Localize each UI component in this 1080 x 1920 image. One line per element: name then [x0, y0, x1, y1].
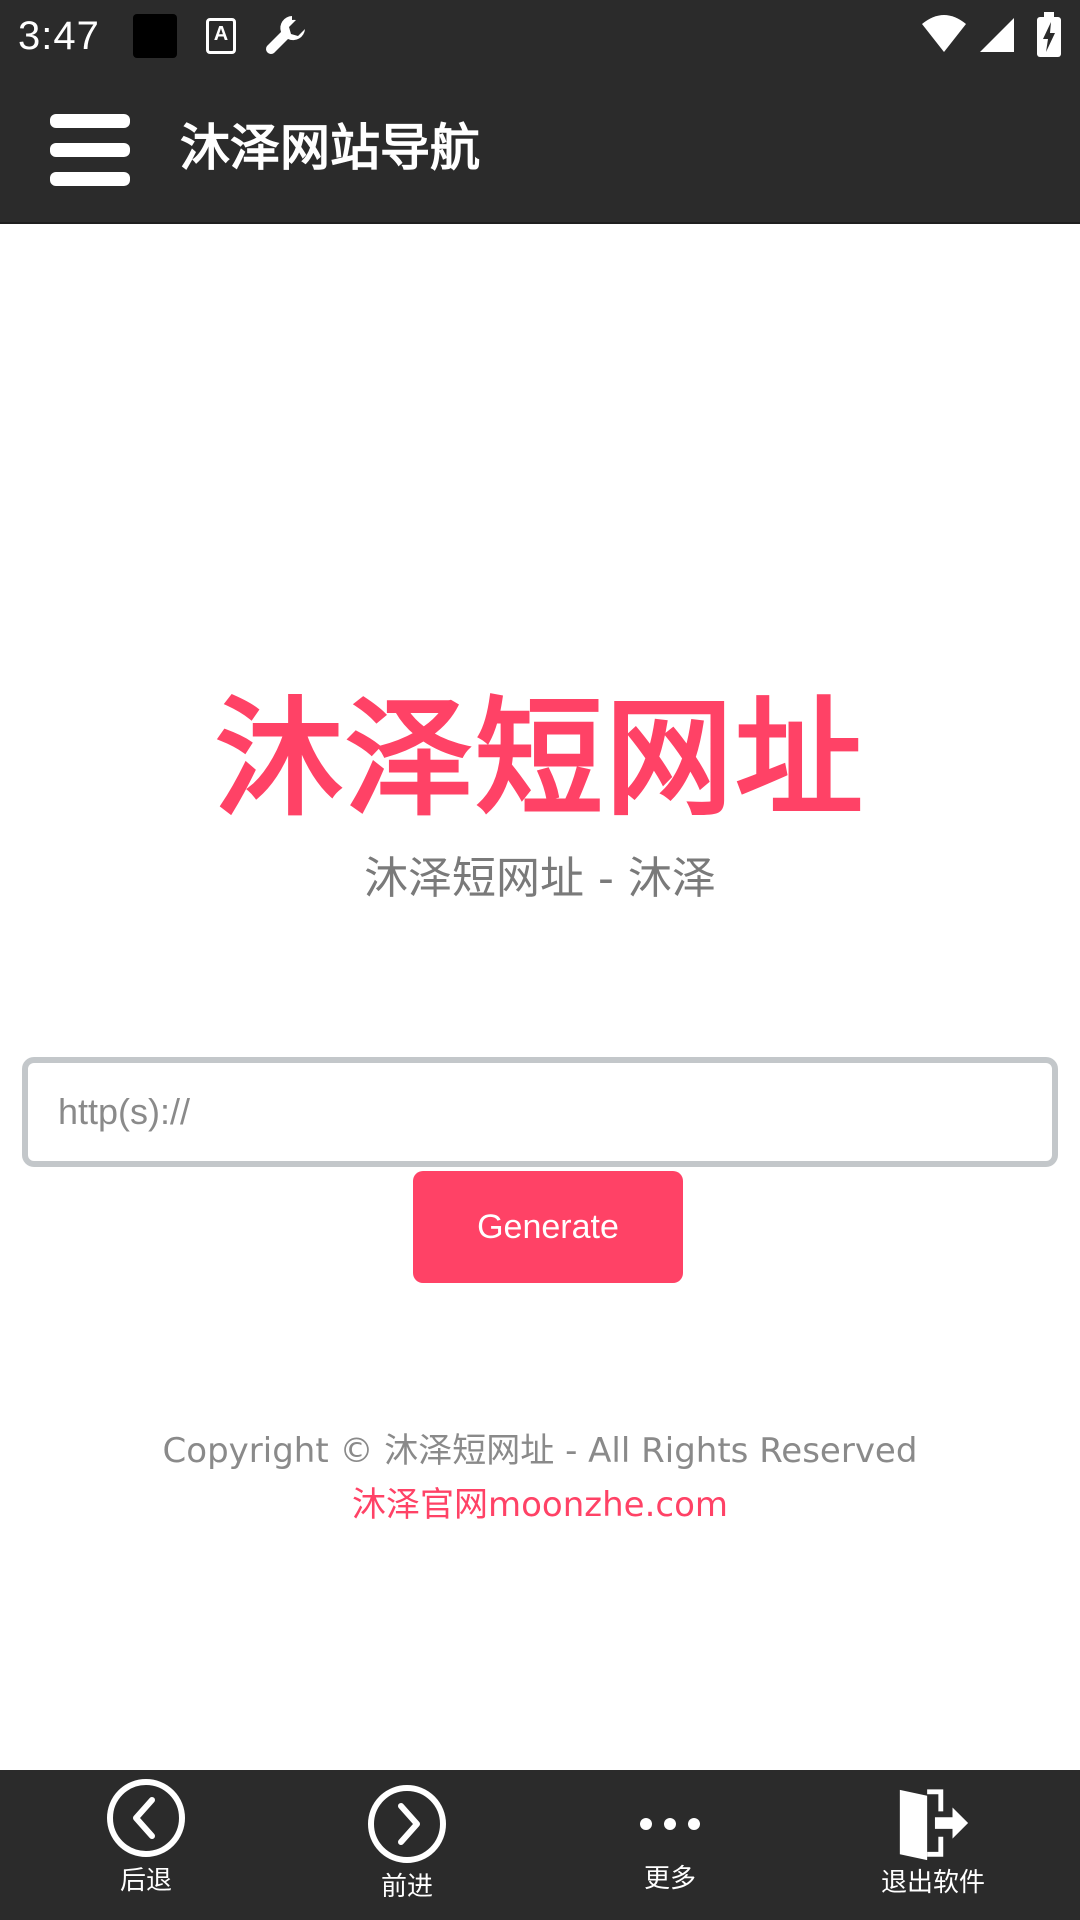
generate-button[interactable]: Generate [413, 1171, 683, 1283]
wrench-icon [266, 16, 305, 54]
more-button[interactable]: 更多 [570, 1770, 770, 1920]
hamburger-menu-icon [50, 114, 130, 128]
status-bar: 3:47 A [0, 0, 1080, 72]
text-a-icon: A [206, 18, 236, 54]
back-button[interactable]: 后退 [46, 1770, 246, 1920]
exit-door-icon [899, 1789, 969, 1861]
brand-title: 沐泽短网址 [214, 685, 865, 834]
black-square-icon [133, 14, 177, 58]
status-time: 3:47 [18, 14, 100, 58]
exit-button[interactable]: 退出软件 [833, 1770, 1033, 1920]
wifi-icon [922, 15, 966, 52]
back-label: 后退 [119, 1866, 172, 1896]
hamburger-menu-icon [50, 172, 130, 186]
forward-button[interactable]: 前进 [307, 1770, 507, 1920]
menu-button[interactable] [50, 112, 130, 188]
copyright-text: Copyright © 沐泽短网址 - All Rights Reserved [162, 1431, 918, 1471]
forward-label: 前进 [380, 1872, 433, 1902]
url-input[interactable] [22, 1057, 1058, 1167]
cell-signal-icon [980, 18, 1014, 52]
chevron-left-circle-icon [107, 1779, 185, 1857]
more-dots-icon [640, 1818, 700, 1830]
hamburger-menu-icon [50, 143, 130, 157]
battery-charging-icon [1037, 12, 1061, 57]
exit-label: 退出软件 [880, 1868, 985, 1898]
brand-subtitle: 沐泽短网址 - 沐泽 [364, 853, 716, 904]
bottom-nav: 后退 前进 更多 退出软件 [0, 1770, 1080, 1920]
site-link[interactable]: 沐泽官网moonzhe.com [0, 1482, 1080, 1528]
app-title: 沐泽网站导航 [180, 119, 480, 177]
chevron-right-circle-icon [368, 1785, 446, 1863]
app-bar: 沐泽网站导航 [0, 72, 1080, 224]
more-label: 更多 [643, 1864, 696, 1894]
